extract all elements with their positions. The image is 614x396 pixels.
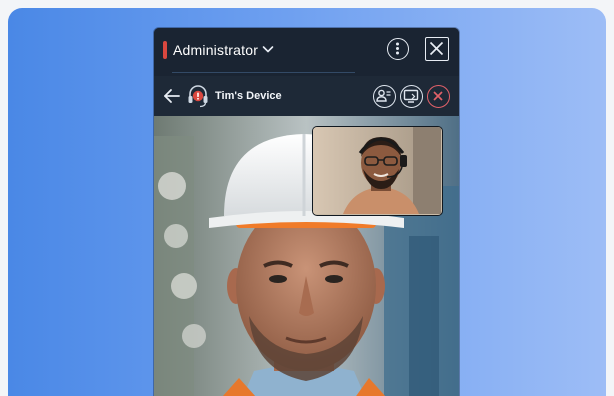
remote-participant-video[interactable] [154, 116, 459, 396]
call-window: Administrator Tim's Device [154, 28, 459, 396]
window-titlebar: Administrator [154, 28, 459, 72]
titlebar-divider [172, 72, 355, 73]
close-icon [429, 41, 444, 56]
device-name: Tim's Device [215, 90, 282, 102]
more-vertical-icon [396, 42, 399, 55]
screen-share-button[interactable] [400, 85, 423, 108]
role-accent-bar [163, 41, 167, 59]
headset-alert-icon [188, 85, 208, 108]
more-options-button[interactable] [387, 38, 409, 60]
end-session-button[interactable] [427, 85, 450, 108]
participants-icon [376, 89, 391, 102]
page-background: Administrator Tim's Device [8, 8, 606, 396]
screen-share-icon [403, 89, 419, 103]
device-toolbar: Tim's Device [154, 76, 459, 116]
chevron-down-icon[interactable] [261, 42, 275, 56]
participants-button[interactable] [373, 85, 396, 108]
local-participant-video[interactable] [312, 126, 443, 216]
close-window-button[interactable] [425, 37, 449, 61]
role-selector-label[interactable]: Administrator [173, 41, 258, 59]
self-view-frame [313, 127, 441, 214]
end-call-icon [433, 91, 443, 101]
arrow-left-icon[interactable] [161, 85, 183, 107]
